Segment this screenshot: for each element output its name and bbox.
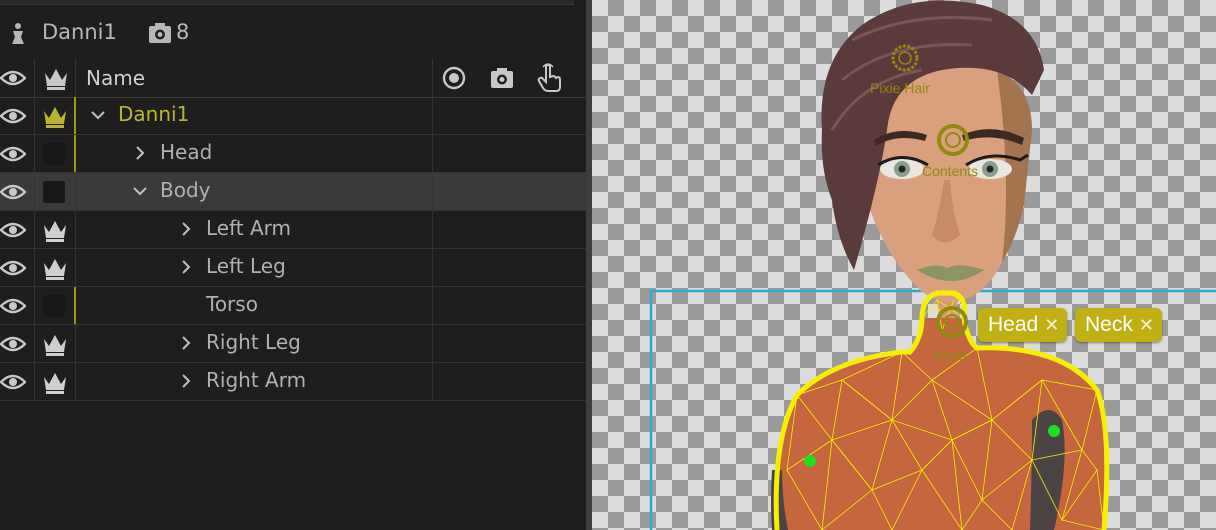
layer-props-cell (433, 287, 586, 324)
layer-tree: Danni1 Head Body Left Arm Left Leg Torso Right… (0, 97, 586, 401)
layer-row-left-arm[interactable]: Left Arm (0, 211, 586, 249)
layer-name-cell[interactable]: Body (76, 173, 433, 210)
layer-name-cell[interactable]: Right Arm (76, 363, 433, 400)
column-name-header[interactable]: Name (86, 66, 145, 90)
layer-name: Left Leg (206, 254, 286, 278)
rig-icon (149, 23, 171, 43)
visibility-toggle[interactable] (0, 287, 35, 324)
handle-label-head[interactable]: Head (933, 347, 966, 363)
tag-icon[interactable] (489, 66, 515, 90)
crown-cell[interactable] (35, 325, 76, 362)
pin-left (804, 455, 816, 467)
chevron-down-icon[interactable] (90, 107, 106, 123)
layer-props-cell (433, 325, 586, 362)
layer-row-body[interactable]: Body (0, 173, 586, 211)
eye-icon[interactable] (0, 183, 26, 201)
chevron-right-icon[interactable] (178, 335, 194, 351)
visibility-toggle[interactable] (0, 211, 35, 248)
panel-top-bar (0, 0, 574, 5)
remove-tag-head-icon[interactable]: ✕ (1044, 315, 1059, 336)
crown-toggle[interactable] (43, 295, 65, 317)
chevron-down-icon[interactable] (132, 183, 148, 199)
pin-right (1048, 425, 1060, 437)
tag-chip-head[interactable]: Head ✕ (978, 308, 1068, 342)
remove-tag-neck-icon[interactable]: ✕ (1139, 315, 1154, 336)
layer-row-right-leg[interactable]: Right Leg (0, 325, 586, 363)
layer-name-cell[interactable]: Head (74, 135, 433, 172)
layer-row-danni1[interactable]: Danni1 (0, 97, 586, 135)
visibility-toggle[interactable] (0, 135, 35, 172)
layer-name: Head (160, 140, 213, 164)
layer-name-cell[interactable]: Left Arm (76, 211, 433, 248)
crown-cell[interactable] (35, 97, 76, 134)
eye-icon[interactable] (0, 373, 26, 391)
puppet-name: Danni1 (42, 20, 117, 44)
layer-name: Right Arm (206, 368, 307, 392)
layer-props-cell (433, 173, 586, 210)
chevron-right-icon[interactable] (178, 221, 194, 237)
chevron-right-icon[interactable] (178, 259, 194, 275)
visibility-toggle[interactable] (0, 249, 35, 286)
layer-name-cell[interactable]: Danni1 (74, 97, 433, 134)
eye-icon[interactable] (0, 221, 26, 239)
tag-chip-neck[interactable]: Neck ✕ (1075, 308, 1162, 342)
layer-props-cell (433, 97, 586, 134)
eye-icon[interactable] (0, 107, 26, 125)
eye-icon[interactable] (0, 69, 26, 87)
layer-props-cell (433, 135, 586, 172)
crown-icon[interactable] (41, 217, 69, 243)
eye-icon[interactable] (0, 297, 26, 315)
puppet-header: Danni1 8 (0, 10, 586, 54)
visibility-toggle[interactable] (0, 173, 35, 210)
crown-cell[interactable] (35, 249, 76, 286)
crown-cell[interactable] (35, 135, 76, 172)
layer-name: Danni1 (118, 102, 190, 126)
eye-icon[interactable] (0, 259, 26, 277)
layer-name-cell[interactable]: Left Leg (76, 249, 433, 286)
layer-props-cell (433, 249, 586, 286)
crown-icon[interactable] (41, 369, 69, 395)
tag-chip-head-label: Head (988, 313, 1039, 336)
rig-count: 8 (176, 20, 190, 44)
layer-name: Right Leg (206, 330, 301, 354)
puppet-icon (12, 23, 24, 44)
visibility-toggle[interactable] (0, 363, 35, 400)
chevron-right-icon[interactable] (132, 145, 148, 161)
crown-icon[interactable] (41, 103, 69, 129)
layer-row-head[interactable]: Head (0, 135, 586, 173)
origin-icon[interactable] (442, 66, 466, 90)
chevron-right-icon[interactable] (178, 373, 194, 389)
layer-row-right-arm[interactable]: Right Arm (0, 363, 586, 401)
layer-name-cell[interactable]: Torso (74, 287, 433, 324)
eye-icon[interactable] (0, 145, 26, 163)
crown-icon[interactable] (42, 65, 70, 91)
crown-toggle[interactable] (43, 143, 65, 165)
layer-name-cell[interactable]: Right Leg (76, 325, 433, 362)
layer-row-left-leg[interactable]: Left Leg (0, 249, 586, 287)
handle-label-pixie-hair[interactable]: Pixie Hair (870, 80, 930, 96)
scene-canvas[interactable]: Pixie Hair Contents Head Head ✕ Neck ✕ (592, 0, 1216, 530)
crown-toggle[interactable] (43, 181, 65, 203)
visibility-toggle[interactable] (0, 97, 35, 134)
layer-props-cell (433, 211, 586, 248)
puppet-panel: Danni1 8 Name Danni1 Head Body Left Arm … (0, 0, 586, 530)
layer-props-cell (433, 363, 586, 400)
layer-row-torso[interactable]: Torso (0, 287, 586, 325)
crown-cell[interactable] (35, 287, 76, 324)
layer-name: Left Arm (206, 216, 292, 240)
hand-touch-icon[interactable] (537, 63, 563, 93)
layer-name: Body (160, 178, 211, 202)
column-header: Name (0, 59, 586, 98)
crown-cell[interactable] (35, 363, 76, 400)
crown-icon[interactable] (41, 331, 69, 357)
tag-chip-neck-label: Neck (1085, 313, 1133, 336)
visibility-toggle[interactable] (0, 325, 35, 362)
layer-name: Torso (206, 292, 258, 316)
handle-label-contents[interactable]: Contents (922, 163, 978, 179)
eye-icon[interactable] (0, 335, 26, 353)
crown-cell[interactable] (35, 211, 76, 248)
crown-icon[interactable] (41, 255, 69, 281)
crown-cell[interactable] (35, 173, 76, 210)
